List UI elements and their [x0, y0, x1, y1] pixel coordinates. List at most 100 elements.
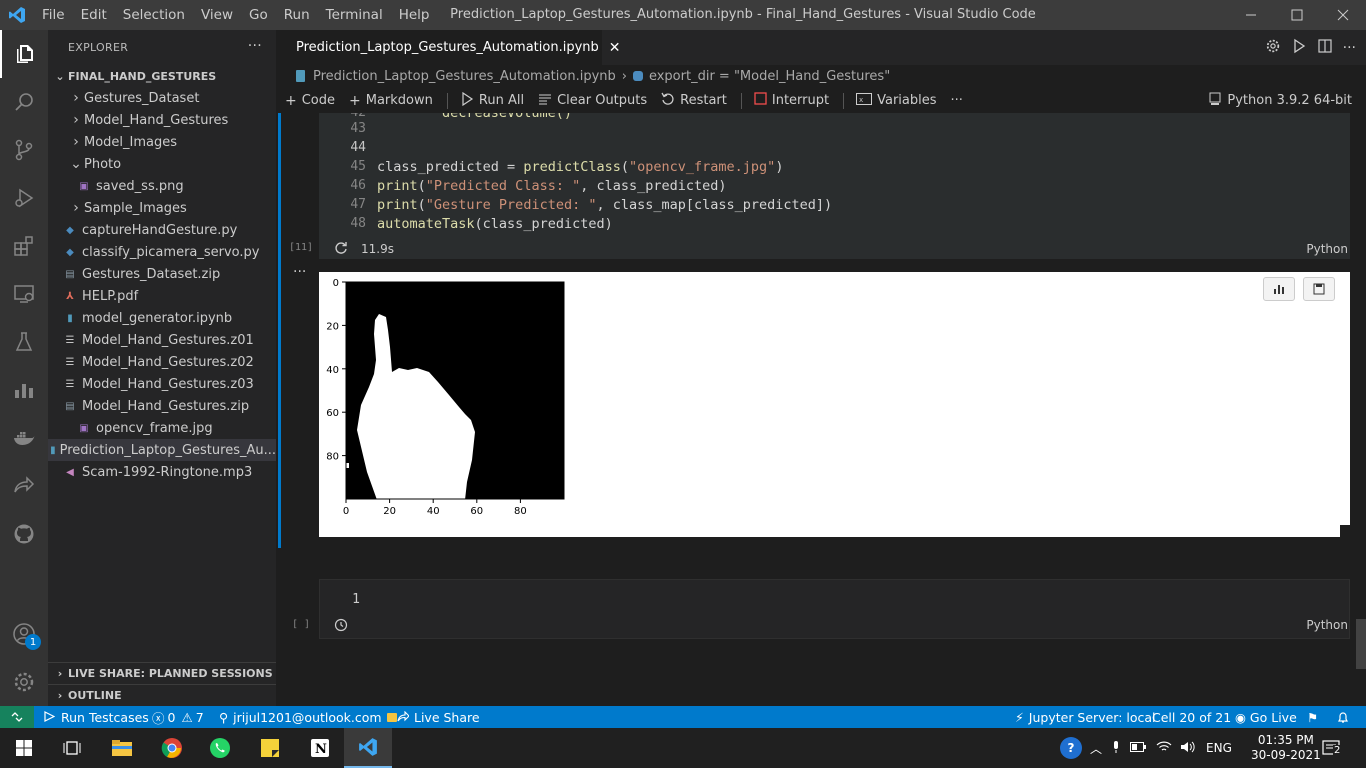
vscode-taskbar-icon[interactable] — [344, 728, 392, 768]
windows-start-icon[interactable] — [0, 728, 48, 768]
output-more-icon[interactable]: ··· — [293, 264, 306, 280]
github-icon[interactable] — [0, 510, 48, 558]
menu-go[interactable]: Go — [241, 0, 276, 30]
language-indicator[interactable]: ENG — [1206, 741, 1232, 755]
cell-indicator[interactable]: Cell 20 of 21 — [1152, 706, 1231, 728]
file-tree-item[interactable]: ▤ Model_Hand_Gestures.zip — [48, 395, 276, 417]
plot-viewer-button[interactable] — [1263, 277, 1295, 301]
file-tree-item[interactable]: ☰ Model_Hand_Gestures.z03 — [48, 373, 276, 395]
menu-file[interactable]: File — [34, 0, 73, 30]
add-code-button[interactable]: + Code — [285, 93, 335, 109]
remote-indicator[interactable] — [0, 706, 34, 728]
run-testcases-item[interactable]: Run Testcases — [44, 706, 149, 728]
more-icon[interactable]: ··· — [1343, 40, 1356, 56]
live-share-item[interactable]: Live Share — [397, 706, 480, 728]
save-plot-button[interactable] — [1303, 277, 1335, 301]
file-tree-item[interactable]: ☰ Model_Hand_Gestures.z02 — [48, 351, 276, 373]
gear-icon[interactable] — [0, 658, 48, 706]
clear-outputs-button[interactable]: Clear Outputs — [538, 92, 647, 110]
file-tree-item[interactable]: ▤ Gestures_Dataset.zip — [48, 263, 276, 285]
menu-terminal[interactable]: Terminal — [318, 0, 391, 30]
cell-language[interactable]: Python — [1306, 618, 1348, 632]
file-tree-item[interactable]: ◀ Scam-1992-Ringtone.mp3 — [48, 461, 276, 483]
split-editor-icon[interactable] — [1317, 38, 1333, 58]
breadcrumb-file[interactable]: Prediction_Laptop_Gestures_Automation.ip… — [313, 69, 616, 84]
remote-explorer-icon[interactable] — [0, 270, 48, 318]
maximize-button[interactable] — [1274, 0, 1320, 30]
menu-help[interactable]: Help — [391, 0, 438, 30]
close-icon[interactable]: ✕ — [609, 40, 621, 56]
menu-view[interactable]: View — [193, 0, 241, 30]
testing-icon[interactable] — [0, 318, 48, 366]
menu-selection[interactable]: Selection — [115, 0, 193, 30]
toolbar-more-button[interactable]: ··· — [951, 93, 963, 108]
file-tree-item[interactable]: ◆ classify_picamera_servo.py — [48, 241, 276, 263]
menu-run[interactable]: Run — [276, 0, 318, 30]
add-markdown-button[interactable]: + Markdown — [349, 93, 433, 109]
variables-button[interactable]: x Variables — [856, 92, 937, 109]
account-item[interactable]: ⚲ jrijul1201@outlook.com — [219, 706, 397, 728]
clock[interactable]: 01:35 PM 30-09-2021 — [1251, 728, 1321, 768]
breadcrumb-symbol[interactable]: export_dir = "Model_Hand_Gestures" — [649, 69, 890, 84]
file-tree-item[interactable]: ☰ Model_Hand_Gestures.z01 — [48, 329, 276, 351]
file-tree-item[interactable]: ⅄ HELP.pdf — [48, 285, 276, 307]
file-tree-item[interactable]: ▮ Prediction_Laptop_Gestures_Au... — [48, 439, 276, 461]
kernel-picker[interactable]: Python 3.9.2 64-bit — [1209, 88, 1352, 113]
more-actions-icon[interactable]: ··· — [248, 38, 262, 54]
empty-code-cell[interactable] — [319, 579, 1350, 639]
wifi-icon[interactable] — [1156, 741, 1172, 756]
volume-icon[interactable] — [1180, 741, 1196, 756]
run-icon[interactable] — [1291, 38, 1307, 58]
file-tree-item[interactable]: › Sample_Images — [48, 197, 276, 219]
file-tree-item[interactable]: ▮ model_generator.ipynb — [48, 307, 276, 329]
cell-language[interactable]: Python — [1306, 242, 1348, 256]
close-window-button[interactable] — [1320, 0, 1366, 30]
run-debug-icon[interactable] — [0, 174, 48, 222]
extensions-icon[interactable] — [0, 222, 48, 270]
microphone-icon[interactable] — [1112, 740, 1120, 757]
sticky-notes-icon[interactable] — [246, 728, 294, 768]
notifications-bell-icon[interactable] — [1337, 706, 1349, 728]
tab-notebook[interactable]: Prediction_Laptop_Gestures_Automation.ip… — [276, 30, 621, 65]
chrome-icon[interactable] — [148, 728, 196, 768]
chart-icon[interactable] — [0, 366, 48, 414]
battery-icon[interactable] — [1130, 741, 1147, 755]
run-all-button[interactable]: Run All — [460, 91, 524, 110]
interrupt-button[interactable]: Interrupt — [754, 92, 829, 109]
workspace-root[interactable]: ⌄ FINAL_HAND_GESTURES — [48, 65, 276, 87]
restart-button[interactable]: Restart — [661, 92, 727, 110]
file-tree-item[interactable]: › Model_Images — [48, 131, 276, 153]
task-view-icon[interactable] — [48, 728, 96, 768]
search-icon[interactable] — [0, 78, 48, 126]
file-tree-item[interactable]: › Model_Hand_Gestures — [48, 109, 276, 131]
live-share-icon[interactable] — [0, 462, 48, 510]
menu-edit[interactable]: Edit — [73, 0, 115, 30]
file-tree-item[interactable]: ▣ opencv_frame.jpg — [48, 417, 276, 439]
problems-item[interactable]: ⓧ 0 ⚠ 7 — [152, 706, 204, 728]
image-file-icon: ▣ — [79, 180, 89, 192]
help-icon[interactable]: ? — [1060, 737, 1082, 759]
notion-icon[interactable]: N — [296, 728, 344, 768]
scrollbar-thumb[interactable] — [1356, 619, 1366, 669]
feedback-icon[interactable]: ⚑ — [1307, 706, 1318, 728]
chevron-up-icon[interactable]: ︿ — [1090, 740, 1102, 757]
source-control-icon[interactable] — [0, 126, 48, 174]
history-icon[interactable] — [334, 618, 348, 636]
live-share-sessions-section[interactable]: › LIVE SHARE: PLANNED SESSIONS — [48, 662, 276, 684]
whatsapp-icon[interactable] — [196, 728, 244, 768]
minimize-button[interactable] — [1228, 0, 1274, 30]
go-live-item[interactable]: ◉ Go Live — [1235, 706, 1297, 728]
outline-section[interactable]: › OUTLINE — [48, 684, 276, 706]
file-tree-item[interactable]: ◆ captureHandGesture.py — [48, 219, 276, 241]
file-tree-item[interactable]: › Gestures_Dataset — [48, 87, 276, 109]
file-tree-item[interactable]: ⌄ Photo — [48, 153, 276, 175]
line-number: 46 — [350, 178, 366, 193]
action-center-icon[interactable]: 2 — [1322, 728, 1342, 768]
accounts-icon[interactable]: 1 — [0, 610, 48, 658]
gear-icon[interactable] — [1265, 38, 1281, 58]
jupyter-server-item[interactable]: ⚡ Jupyter Server: local — [1015, 706, 1156, 728]
docker-icon[interactable] — [0, 414, 48, 462]
explorer-icon[interactable] — [0, 30, 48, 78]
file-tree-item[interactable]: ▣ saved_ss.png — [48, 175, 276, 197]
file-explorer-icon[interactable] — [98, 728, 146, 768]
